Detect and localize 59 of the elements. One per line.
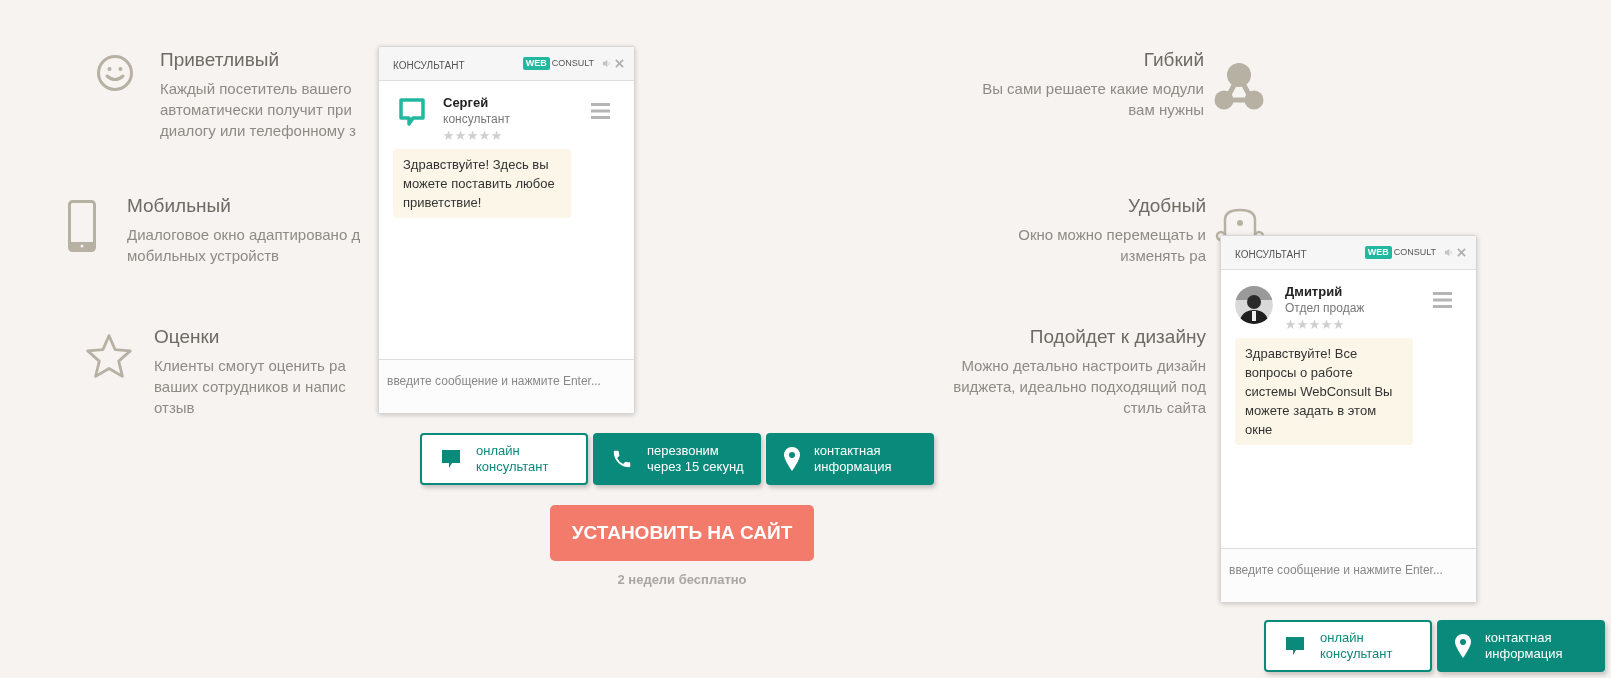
rating-star-icon[interactable] (467, 130, 478, 141)
message-bubble: Здравствуйте! Все вопросы о работе системы WebConsult Вы можете задать в этом окне (1235, 338, 1413, 445)
rating-star-icon[interactable] (1333, 319, 1344, 330)
close-icon[interactable] (1457, 248, 1466, 257)
menu-icon[interactable] (591, 103, 610, 119)
feature-title: Оценки (154, 325, 221, 349)
star-icon (84, 331, 134, 381)
feature-description: Каждый посетитель вашего автоматически получит при диалогу или телефонному з (160, 79, 356, 141)
rating-star-icon[interactable] (1297, 319, 1308, 330)
widget-tab-button[interactable]: контактная информация (766, 433, 934, 485)
phone-icon (611, 448, 633, 470)
feature-title: Гибкий (1143, 48, 1204, 72)
rating-star-icon[interactable] (1285, 319, 1296, 330)
rating-star-icon[interactable] (479, 130, 490, 141)
feature-description: Клиенты смогут оценить ра ваших сотрудников и напис отзыв (154, 356, 346, 418)
brand-badge: WEB (1364, 246, 1392, 259)
message-input[interactable]: введите сообщение и нажмите Enter... (1229, 561, 1468, 579)
brand-badge: WEB (522, 57, 550, 70)
install-button[interactable]: УСТАНОВИТЬ НА САЙТ (550, 505, 814, 561)
chat-window-title: КОНСУЛЬТАНТ (1235, 248, 1307, 262)
phone-icon (68, 200, 96, 252)
rating-star-icon[interactable] (491, 130, 502, 141)
feature-description: Окно можно перемещать и изменять ра (1018, 225, 1206, 266)
close-icon[interactable] (615, 59, 624, 68)
feature-description: Можно детально настроить дизайн виджета, идеально подходящий под стиль сайта (953, 356, 1206, 418)
brand-name: CONSULT (1393, 245, 1436, 259)
menu-icon[interactable] (1433, 292, 1452, 308)
location-pin-icon (784, 447, 800, 471)
chat-icon (1284, 635, 1306, 657)
feature-description: Вы сами решаете какие модули вам нужны (982, 79, 1204, 120)
message-bubble: Здравствуйте! Здесь вы можете поставить любое приветствие! (393, 149, 571, 218)
sound-icon[interactable] (602, 59, 611, 68)
rating-star-icon[interactable] (455, 130, 466, 141)
rating-star-icon[interactable] (1321, 319, 1332, 330)
sound-icon[interactable] (1444, 248, 1453, 257)
agent-role: консультант (443, 111, 511, 127)
feature-title: Удобный (1128, 194, 1206, 218)
feature-title: Приветливый (160, 48, 280, 72)
molecule-icon (1213, 62, 1265, 110)
widget-tab-button[interactable]: онлайн консультант (420, 433, 588, 485)
location-pin-icon (1455, 634, 1471, 658)
free-trial-note: 2 недели бесплатно (617, 571, 747, 589)
feature-description: Диалоговое окно адаптировано д мобильных устройств (127, 225, 361, 266)
message-input[interactable]: введите сообщение и нажмите Enter... (387, 372, 626, 390)
agent-name: Дмитрий (1285, 284, 1344, 300)
feature-title: Подойдет к дизайну (1029, 325, 1206, 349)
rating-star-icon[interactable] (443, 130, 454, 141)
brand-name: CONSULT (551, 56, 594, 70)
widget-tab-button[interactable]: перезвоним через 15 секунд (593, 433, 761, 485)
rating-star-icon[interactable] (1309, 319, 1320, 330)
chat-bubble-icon (398, 97, 426, 127)
smiley-icon (96, 54, 134, 92)
chat-icon (440, 448, 462, 470)
agent-role: Отдел продаж (1285, 300, 1366, 316)
widget-tab-button[interactable]: онлайн консультант (1264, 620, 1432, 672)
widget-tab-button[interactable]: контактная информация (1437, 620, 1605, 672)
chat-window-title: КОНСУЛЬТАНТ (393, 59, 465, 73)
feature-title: Мобильный (127, 194, 232, 218)
agent-name: Сергей (443, 95, 490, 111)
